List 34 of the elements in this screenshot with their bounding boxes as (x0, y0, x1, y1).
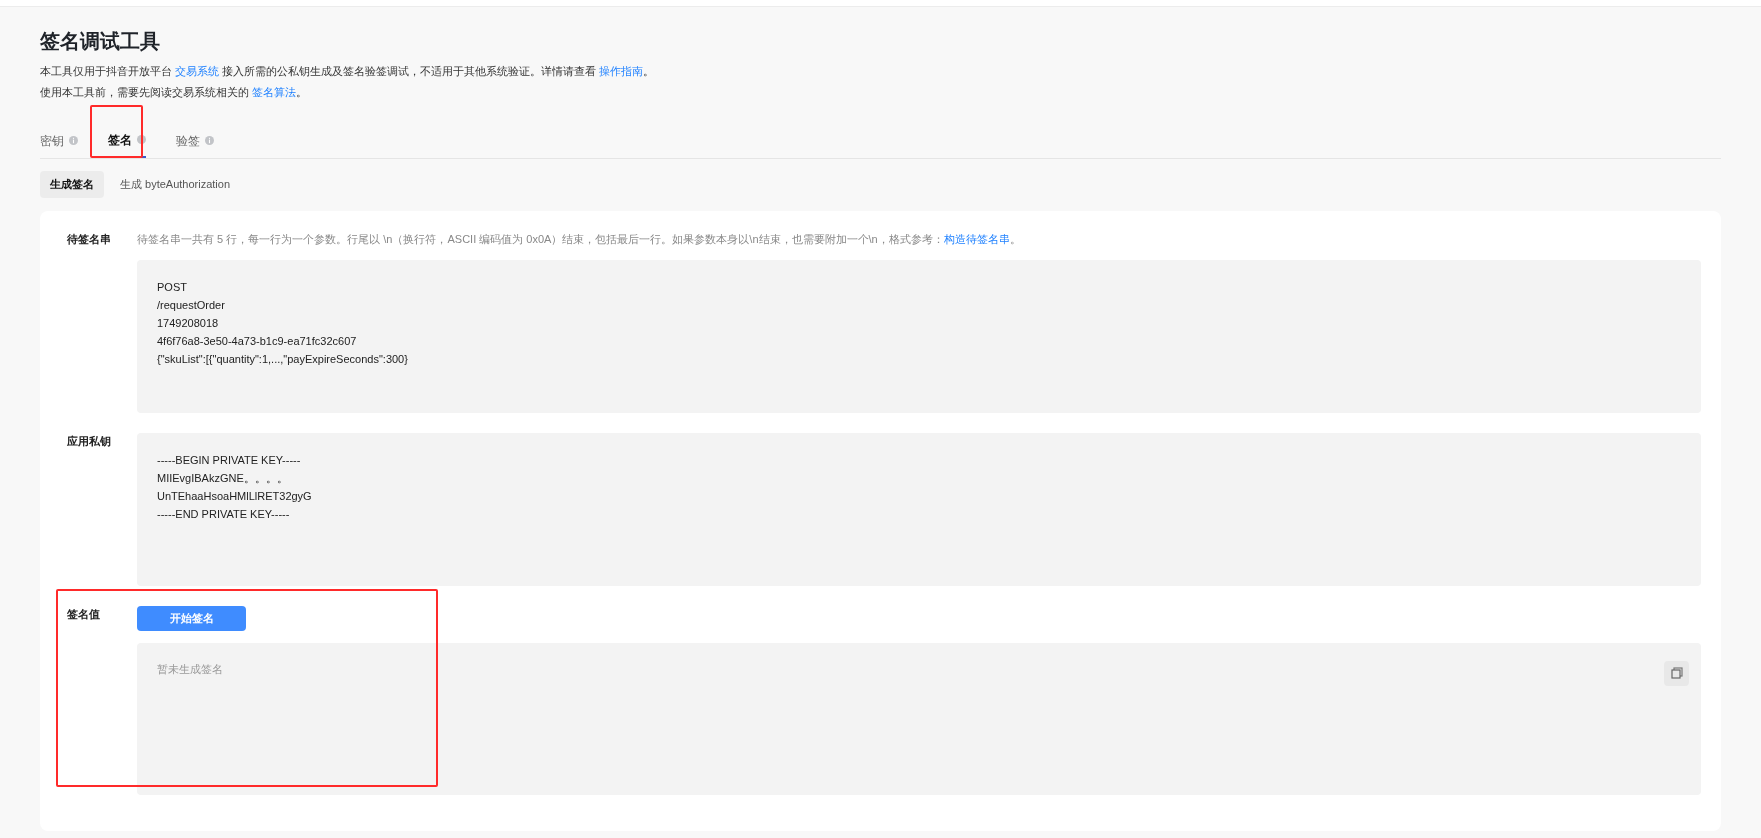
link[interactable]: 签名算法 (252, 86, 297, 98)
text-line: -----BEGIN PRIVATE KEY----- (157, 452, 302, 468)
text-line: -----END PRIVATE KEY----- (157, 506, 291, 522)
link[interactable]: 交易系统 (175, 65, 220, 77)
page-title: 签名调试工具 (40, 29, 161, 54)
highlight-frame (90, 105, 143, 158)
subtab[interactable]: 生成签名 (40, 171, 104, 198)
info-icon (137, 135, 146, 144)
link[interactable]: 操作指南 (599, 65, 644, 77)
tab[interactable]: 密钥 (40, 123, 78, 158)
hint-text: 待签名串一共有 5 行，每一行为一个参数。行尾以 \n（换行符，ASCII 编码值为 0x0A）结束，包括最后一行。如果参数本身以\n结束，也需要附加一个\n，格式参考：构造待签名串。 (137, 232, 1022, 247)
link[interactable]: 构造待签名串 (943, 233, 1010, 245)
description-text: 本工具仅用于抖音开放平台 交易系统 接入所需的公私钥生成及签名验签调试，不适用于其他系统验证。详情请查看 操作指南。 (40, 64, 656, 79)
tab[interactable]: 签名 (108, 123, 146, 158)
info-icon (69, 136, 78, 145)
field-label: 签名值 (67, 606, 101, 622)
field-label: 应用私钥 (67, 433, 112, 449)
text-line: {"skuList":[{"quantity":1,...,"payExpireSeconds":300} (157, 351, 409, 367)
field-label: 待签名串 (67, 232, 112, 247)
text-line: MIIEvgIBAkzGNE。。。。 (157, 470, 289, 486)
text-line: /requestOrder (157, 297, 226, 313)
text-line: UnTEhaaHsoaHMlLlRET32gyG (157, 488, 313, 504)
subtab[interactable]: 生成 byteAuthorization (110, 171, 241, 198)
copy-icon[interactable] (1664, 660, 1689, 686)
info-icon (205, 136, 214, 145)
text-line: POST (157, 279, 188, 295)
text-line: 1749208018 (157, 315, 220, 331)
tab[interactable]: 验签 (176, 123, 214, 158)
description-text: 使用本工具前，需要先阅读交易系统相关的 签名算法。 (40, 85, 309, 100)
placeholder-text: 暂未生成签名 (157, 661, 223, 677)
start-sign-button[interactable]: 开始签名 (137, 605, 246, 631)
text-area[interactable]: -----BEGIN PRIVATE KEY----- MIIEvgIBAkzGNE。。。。 UnTEhaaHsoaHMlLlRET32gyG -----END PRIVATE KEY----- (137, 432, 1701, 586)
text-area[interactable]: POST /requestOrder 1749208018 4f6f76a8-3e50-4a73-b1c9-ea71fc32c607 {"skuList":[{"quantity":1,...,"payExpireSeconds":300} (137, 259, 1701, 413)
text-line: 4f6f76a8-3e50-4a73-b1c9-ea71fc32c607 (157, 333, 358, 349)
